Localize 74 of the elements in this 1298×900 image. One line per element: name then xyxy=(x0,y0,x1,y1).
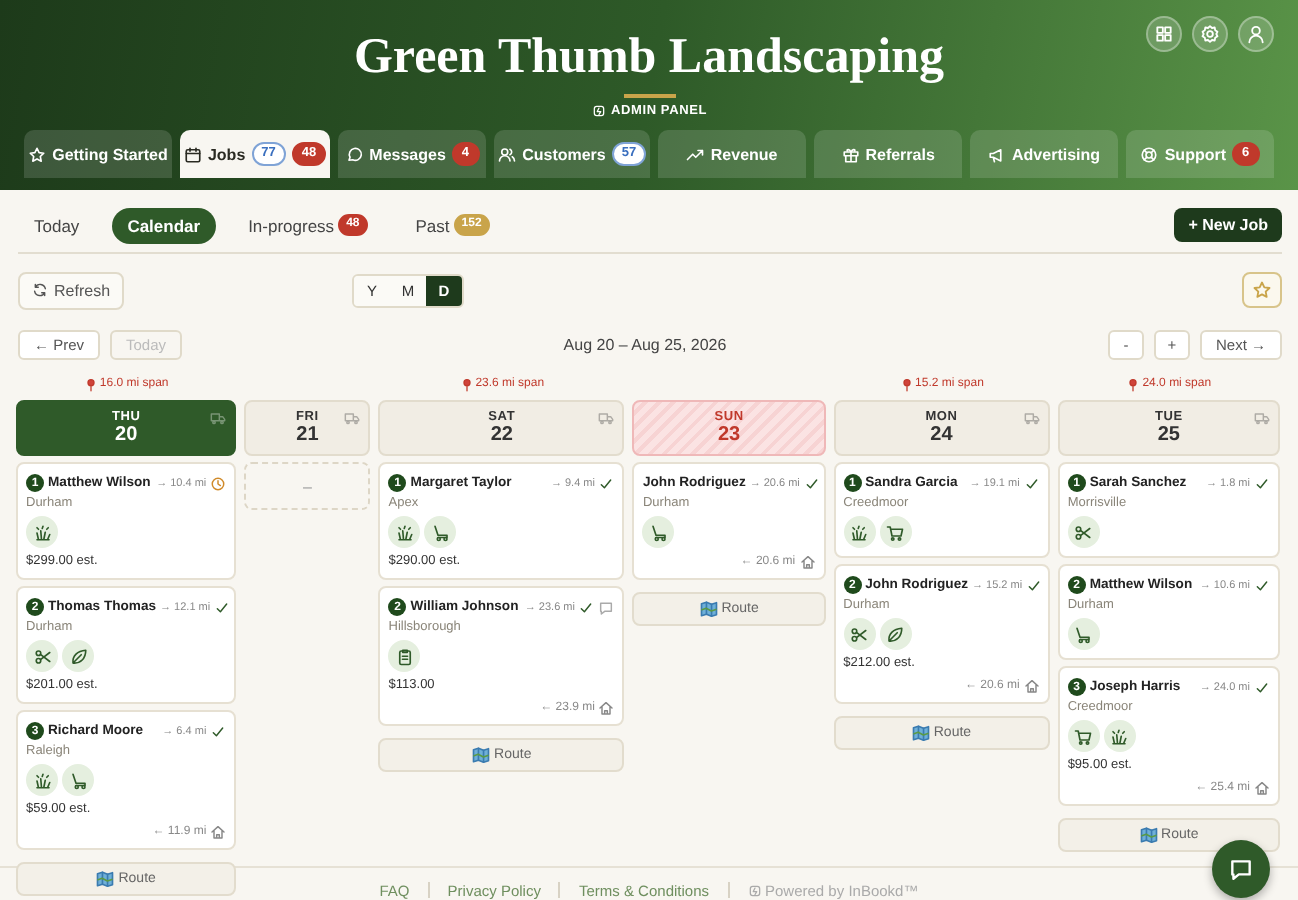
map-icon xyxy=(699,600,718,618)
star-icon xyxy=(1252,280,1272,300)
gift-icon xyxy=(841,145,860,163)
nav-tab[interactable]: Referrals xyxy=(814,130,963,178)
pin-icon xyxy=(1126,377,1141,391)
date-label: 20 xyxy=(115,424,138,446)
settings-icon xyxy=(1200,24,1220,44)
people-icon xyxy=(498,145,517,163)
map-icon xyxy=(472,746,491,764)
truck-icon xyxy=(598,410,615,426)
apps-icon xyxy=(1154,24,1174,44)
mower-icon xyxy=(649,523,668,541)
view-tab[interactable]: Today xyxy=(18,207,96,243)
date-range: Aug 20 – Aug 25, 2026 xyxy=(561,335,729,353)
new-job-button[interactable]: + New Job xyxy=(1174,208,1282,242)
mower-icon xyxy=(431,523,450,541)
trend-icon xyxy=(686,145,705,163)
truck-icon xyxy=(210,410,227,426)
lifebuoy-icon xyxy=(1140,145,1159,163)
chat-button[interactable] xyxy=(1212,840,1270,898)
empty-day-slot: – xyxy=(244,462,371,510)
profile-icon xyxy=(1246,24,1266,44)
profile-button[interactable] xyxy=(1238,16,1274,52)
nav-tab[interactable]: Advertising xyxy=(970,130,1119,178)
favorite-button[interactable] xyxy=(1242,272,1282,308)
star-icon xyxy=(28,145,47,163)
grass-icon xyxy=(395,523,414,541)
map-icon xyxy=(96,870,115,888)
pin-icon xyxy=(899,377,914,391)
leaf-icon xyxy=(69,647,87,665)
scissors-icon xyxy=(850,625,869,643)
logo-icon xyxy=(591,104,606,118)
grass-icon xyxy=(1110,727,1129,745)
refresh-button[interactable]: Refresh xyxy=(18,271,125,309)
house-icon xyxy=(210,824,227,840)
logo-icon xyxy=(747,883,761,897)
clipboard-icon xyxy=(395,647,414,665)
map-icon xyxy=(1139,826,1158,844)
pin-icon xyxy=(83,377,98,391)
house-icon xyxy=(799,554,816,570)
chat-icon xyxy=(1228,856,1254,882)
calendar-icon xyxy=(183,145,202,163)
mower-icon xyxy=(69,771,87,789)
megaphone-icon xyxy=(988,145,1007,163)
date-label: 21 xyxy=(296,424,319,446)
date-label: 25 xyxy=(1157,424,1180,446)
apps-button[interactable] xyxy=(1146,16,1182,52)
settings-button[interactable] xyxy=(1192,16,1228,52)
scissors-icon xyxy=(33,647,51,665)
date-label: 23 xyxy=(718,424,741,446)
view-tab[interactable]: Calendar xyxy=(111,207,217,243)
scissors-icon xyxy=(1074,523,1093,541)
cart-icon xyxy=(886,523,905,541)
date-label: 22 xyxy=(490,424,513,446)
date-label: 24 xyxy=(930,424,953,446)
grass-icon xyxy=(33,771,51,789)
truck-icon xyxy=(1253,410,1270,426)
house-icon xyxy=(1023,678,1040,694)
refresh-icon xyxy=(32,282,48,298)
nav-tab[interactable]: Revenue xyxy=(658,130,807,178)
leaf-icon xyxy=(886,625,905,643)
nav-tab[interactable]: Getting Started xyxy=(24,130,172,178)
house-icon xyxy=(1253,780,1270,796)
app-title: Green Thumb Landscaping xyxy=(353,28,944,86)
cart-icon xyxy=(1074,727,1093,745)
truck-icon xyxy=(1023,410,1040,426)
pin-icon xyxy=(459,377,474,391)
mower-icon xyxy=(1074,625,1093,643)
grass-icon xyxy=(33,523,51,541)
grass-icon xyxy=(850,523,869,541)
truck-icon xyxy=(344,410,361,426)
house-icon xyxy=(598,700,615,716)
map-icon xyxy=(911,724,930,742)
chat-icon xyxy=(345,145,364,163)
